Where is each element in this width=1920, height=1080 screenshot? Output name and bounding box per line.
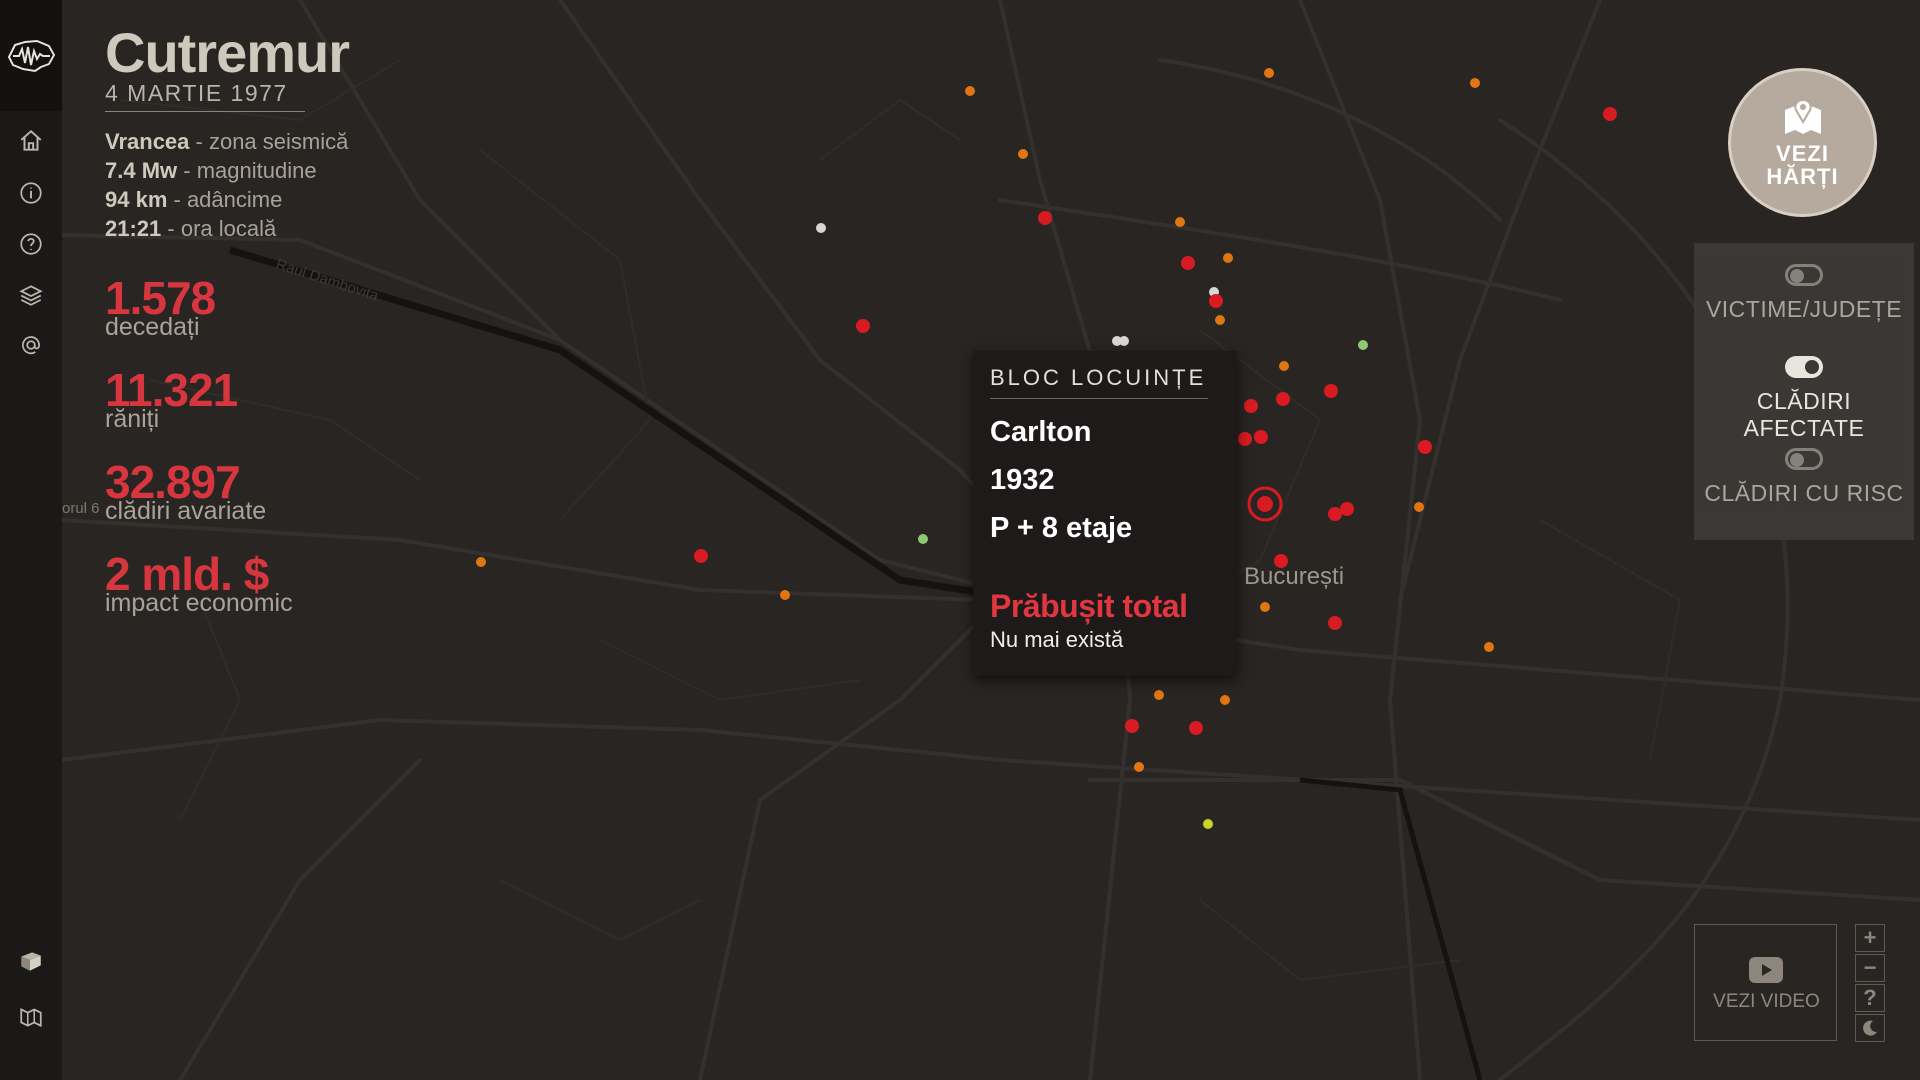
popup-damage-status: Prăbușit total [990, 588, 1188, 624]
building-marker[interactable] [1414, 502, 1424, 512]
stat-damaged-buildings: 32.897 clădiri avariate [105, 456, 267, 525]
toggle-affected-buildings[interactable]: CLĂDIRI AFECTATE [1694, 356, 1914, 442]
popup-building-floors: P + 8 etaje [990, 512, 1133, 544]
building-marker[interactable] [1134, 762, 1144, 772]
layers-icon[interactable] [16, 280, 46, 310]
sector-label: orul 6 [62, 500, 100, 517]
sidebar [0, 0, 62, 1080]
stat-economic-impact: 2 mld. $ impact economic [105, 548, 293, 617]
city-label: București [1244, 563, 1345, 590]
building-marker[interactable] [694, 549, 708, 563]
building-marker[interactable] [1223, 253, 1233, 263]
building-marker[interactable] [1244, 399, 1258, 413]
help-icon[interactable] [16, 229, 46, 259]
building-marker[interactable] [1279, 361, 1289, 371]
layer-toggles: VICTIME/JUDEȚE CLĂDIRI AFECTATE CLĂDIRI … [1694, 243, 1914, 540]
map-pin-icon [1784, 98, 1821, 134]
building-marker[interactable] [1418, 440, 1432, 454]
toggle-victims-counties[interactable]: VICTIME/JUDEȚE [1694, 264, 1914, 323]
building-marker[interactable] [1358, 340, 1368, 350]
building-marker[interactable] [1470, 78, 1480, 88]
building-marker[interactable] [780, 590, 790, 600]
stat-injured: 11.321 răniți [105, 364, 238, 433]
moon-icon [1863, 1020, 1877, 1036]
building-marker[interactable] [1181, 256, 1195, 270]
event-date: 4 MARTIE 1977 [105, 80, 305, 112]
building-marker[interactable] [1209, 294, 1223, 308]
info-icon[interactable] [16, 178, 46, 208]
at-icon[interactable] [16, 330, 46, 360]
building-marker[interactable] [1119, 336, 1129, 346]
toggle-risk-buildings[interactable]: CLĂDIRI CU RISC [1694, 448, 1914, 507]
popup-building-name: Carlton [990, 416, 1092, 448]
app-logo[interactable] [0, 0, 62, 111]
popup-damage-note: Nu mai există [990, 627, 1124, 652]
building-marker[interactable] [1340, 502, 1354, 516]
fact-zone: Vrancea - zona seismică [105, 129, 349, 154]
building-marker[interactable] [1264, 68, 1274, 78]
stat-deaths: 1.578 decedați [105, 272, 216, 341]
view-video-button[interactable]: VEZI VIDEO [1694, 924, 1837, 1041]
view-maps-button[interactable]: VEZI HĂRȚI [1728, 68, 1877, 217]
zoom-out-button[interactable]: − [1855, 954, 1885, 982]
building-marker[interactable] [1484, 642, 1494, 652]
building-marker[interactable] [1215, 315, 1225, 325]
map-brand-icon[interactable] [16, 1002, 46, 1032]
building-marker[interactable] [476, 557, 486, 567]
zoom-controls: + − ? [1855, 924, 1885, 1044]
romania-seismograph-icon [7, 39, 56, 72]
toggle-switch[interactable] [1785, 448, 1823, 470]
building-marker[interactable] [856, 319, 870, 333]
building-marker[interactable] [1038, 211, 1052, 225]
building-marker[interactable] [1175, 217, 1185, 227]
toggle-switch[interactable] [1785, 356, 1823, 378]
popup-building-type: BLOC LOCUINȚE [990, 365, 1208, 399]
youtube-play-icon [1749, 957, 1783, 983]
building-marker[interactable] [1328, 616, 1342, 630]
fact-depth: 94 km - adâncime [105, 187, 283, 212]
page-title: Cutremur [105, 21, 350, 84]
building-marker[interactable] [1125, 719, 1139, 733]
book-icon[interactable] [16, 946, 46, 976]
building-marker[interactable] [1328, 507, 1342, 521]
building-marker[interactable] [1603, 107, 1617, 121]
map-help-button[interactable]: ? [1855, 984, 1885, 1012]
building-marker[interactable] [1018, 149, 1028, 159]
building-marker[interactable] [816, 223, 826, 233]
popup-building-year: 1932 [990, 464, 1055, 496]
earthquake-facts: Vrancea - zona seismică 7.4 Mw - magnitu… [105, 127, 348, 243]
building-marker[interactable] [965, 86, 975, 96]
fact-magnitude: 7.4 Mw - magnitudine [105, 158, 317, 183]
home-icon[interactable] [16, 126, 46, 156]
fact-time: 21:21 - ora locală [105, 216, 277, 241]
building-marker[interactable] [1324, 384, 1338, 398]
toggle-switch[interactable] [1785, 264, 1823, 286]
building-marker[interactable] [1260, 602, 1270, 612]
building-marker[interactable] [1254, 430, 1268, 444]
building-marker[interactable] [1220, 695, 1230, 705]
building-marker[interactable] [1189, 721, 1203, 735]
building-marker[interactable] [1154, 690, 1164, 700]
building-marker[interactable] [1276, 392, 1290, 406]
building-marker[interactable] [1203, 819, 1213, 829]
zoom-in-button[interactable]: + [1855, 924, 1885, 952]
theme-toggle-button[interactable] [1855, 1014, 1885, 1042]
building-marker[interactable] [918, 534, 928, 544]
building-popup: BLOC LOCUINȚE Carlton 1932 P + 8 etaje P… [973, 351, 1237, 676]
building-marker[interactable] [1238, 432, 1252, 446]
